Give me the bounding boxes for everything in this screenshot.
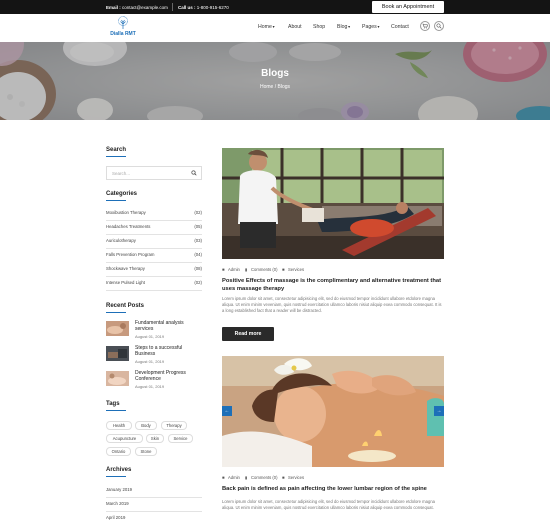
- cart-icon[interactable]: [420, 21, 430, 31]
- recent-post-item[interactable]: Fundamental analysis services August 01,…: [106, 320, 202, 339]
- tags-heading: Tags: [106, 401, 126, 412]
- recent-post-thumbnail: [106, 346, 129, 361]
- post-image-slider[interactable]: [222, 356, 444, 467]
- logo-text: Dialla RMT: [110, 31, 136, 37]
- post-author[interactable]: Admin: [228, 475, 240, 480]
- search-input[interactable]: Search...: [106, 166, 202, 180]
- nav-about[interactable]: About: [288, 24, 302, 30]
- post-title[interactable]: Positive Effects of massage is the compl…: [222, 277, 444, 293]
- tag[interactable]: Therapy: [161, 421, 187, 430]
- nav-blog[interactable]: Blog▼: [337, 24, 351, 30]
- slider-prev-arrow-icon[interactable]: ←: [222, 406, 232, 416]
- comments-icon: ▮: [245, 267, 248, 272]
- tag[interactable]: Skin: [146, 434, 164, 443]
- search-icon[interactable]: [191, 170, 197, 176]
- tag[interactable]: Service: [168, 434, 193, 443]
- category-item[interactable]: Shockwave Therapy (08): [106, 263, 202, 277]
- nav-shop[interactable]: Shop: [313, 24, 325, 30]
- search-icon[interactable]: [434, 21, 444, 31]
- tag[interactable]: Health: [106, 421, 132, 430]
- breadcrumb: Home / Blogs: [0, 84, 550, 90]
- tag[interactable]: Acupuncture: [106, 434, 143, 443]
- hero-overlay: [0, 42, 550, 120]
- recent-post-item[interactable]: Development Progress Conference August 0…: [106, 370, 202, 389]
- tag[interactable]: Ontario: [106, 447, 131, 456]
- category-icon: ■: [282, 475, 285, 480]
- chevron-down-icon: ▼: [347, 25, 351, 29]
- tag[interactable]: Body: [135, 421, 157, 430]
- read-more-button[interactable]: Read more: [222, 327, 274, 341]
- site-header: Dialla RMT Home▼ About Shop Blog▼ Pages▼…: [0, 14, 550, 42]
- chevron-down-icon: ▼: [271, 25, 276, 29]
- page-hero: Blogs Home / Blogs: [0, 42, 550, 120]
- recent-post-item[interactable]: Steps to a successful Business August 01…: [106, 345, 202, 364]
- post-category[interactable]: Services: [288, 475, 304, 480]
- category-item[interactable]: Intense Pulsed Light (02): [106, 277, 202, 291]
- post-comments[interactable]: Comments (0): [251, 267, 278, 272]
- archives-heading: Archives: [106, 467, 132, 478]
- logo-tree-icon: [118, 16, 128, 29]
- tag[interactable]: Stone: [135, 447, 157, 456]
- chevron-down-icon: ▼: [376, 25, 381, 29]
- archive-item[interactable]: January 2019: [106, 484, 202, 498]
- recent-posts-heading: Recent Posts: [106, 303, 145, 314]
- massage-photo: [222, 148, 444, 259]
- divider: [172, 3, 173, 11]
- nav-contact[interactable]: Contact: [391, 24, 409, 30]
- nav-pages[interactable]: Pages▼: [362, 24, 380, 30]
- post-author[interactable]: Admin: [228, 267, 240, 272]
- post-excerpt: Lorem ipsum dolor sit amet, consectetur …: [222, 499, 435, 510]
- category-item[interactable]: Headaches Treatments (05): [106, 221, 202, 235]
- post-comments[interactable]: Comments (0): [251, 475, 278, 480]
- category-item[interactable]: Moxibustion Therapy (02): [106, 207, 202, 221]
- top-bar: Email : contact@example.com Call us : 1-…: [0, 0, 550, 14]
- logo[interactable]: Dialla RMT: [106, 16, 140, 40]
- slider-next-arrow-icon[interactable]: →: [434, 406, 444, 416]
- archive-item[interactable]: March 2019: [106, 498, 202, 512]
- category-item[interactable]: Falls Prevention Program (04): [106, 249, 202, 263]
- contact-phone[interactable]: Call us : 1-800-915-6270: [178, 5, 229, 10]
- archive-item[interactable]: April 2019: [106, 512, 202, 520]
- author-icon: ■: [222, 475, 225, 480]
- contact-email[interactable]: Email : contact@example.com: [106, 5, 168, 10]
- comments-icon: ▮: [245, 475, 248, 480]
- book-appointment-button[interactable]: Book an Appointment: [372, 1, 444, 13]
- spa-massage-photo: [222, 356, 444, 467]
- post-image[interactable]: [222, 148, 444, 259]
- post-category[interactable]: Services: [288, 267, 304, 272]
- post-title[interactable]: Back pain is defined as pain affecting t…: [222, 485, 444, 493]
- categories-heading: Categories: [106, 191, 138, 202]
- category-item[interactable]: Auriculotherapy (03): [106, 235, 202, 249]
- breadcrumb-current: Blogs: [277, 84, 291, 90]
- category-icon: ■: [282, 267, 285, 272]
- nav-home[interactable]: Home▼: [258, 24, 275, 30]
- breadcrumb-separator: /: [274, 84, 277, 90]
- search-placeholder: Search...: [112, 171, 131, 176]
- search-heading: Search: [106, 147, 127, 158]
- post-excerpt: Lorem ipsum dolor sit amet, consectetur …: [222, 296, 442, 313]
- breadcrumb-home[interactable]: Home: [260, 84, 273, 90]
- recent-post-thumbnail: [106, 371, 129, 386]
- author-icon: ■: [222, 267, 225, 272]
- page-title: Blogs: [261, 68, 289, 79]
- recent-post-thumbnail: [106, 321, 129, 336]
